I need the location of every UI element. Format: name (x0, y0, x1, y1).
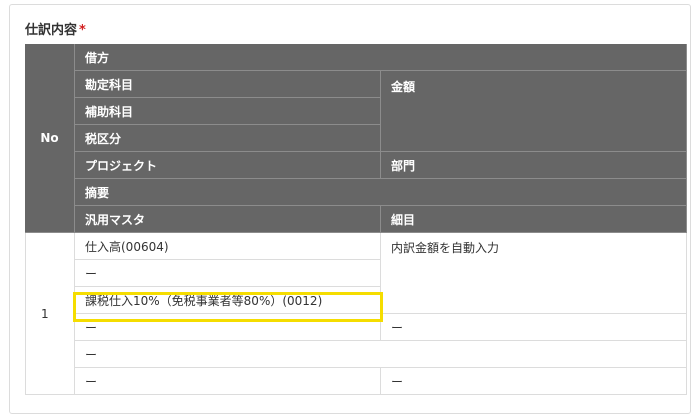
project-value[interactable]: ー (75, 314, 381, 341)
journal-entry-panel: 仕訳内容 * No 借方 勘定科目 金額 補助科目 税区分 プロジェクト 部門 摘… (9, 4, 691, 414)
header-detail: 細目 (381, 206, 687, 233)
description-value[interactable]: ー (75, 341, 687, 368)
header-amount: 金額 (381, 71, 687, 152)
section-title-text: 仕訳内容 (25, 23, 78, 38)
header-general-master: 汎用マスタ (75, 206, 381, 233)
header-description: 摘要 (75, 179, 687, 206)
row-number: 1 (25, 233, 75, 395)
department-value[interactable]: ー (381, 314, 687, 341)
section-title: 仕訳内容 * (25, 19, 86, 38)
header-account: 勘定科目 (75, 71, 381, 98)
journal-table: No 借方 勘定科目 金額 補助科目 税区分 プロジェクト 部門 摘要 汎用マス… (25, 44, 687, 395)
header-no: No (25, 44, 75, 233)
account-value[interactable]: 仕入高(00604) (75, 233, 381, 260)
tax-category-value[interactable]: 課税仕入10%（免税事業者等80%）(0012) (75, 287, 381, 314)
amount-value[interactable]: 内訳金額を自動入力 (381, 233, 687, 314)
detail-value[interactable]: ー (381, 368, 687, 395)
header-sub-account: 補助科目 (75, 98, 381, 125)
sub-account-value[interactable]: ー (75, 260, 381, 287)
required-mark: * (79, 23, 86, 38)
general-master-value[interactable]: ー (75, 368, 381, 395)
header-tax-category: 税区分 (75, 125, 381, 152)
header-debit: 借方 (75, 44, 687, 71)
header-department: 部門 (381, 152, 687, 179)
header-project: プロジェクト (75, 152, 381, 179)
